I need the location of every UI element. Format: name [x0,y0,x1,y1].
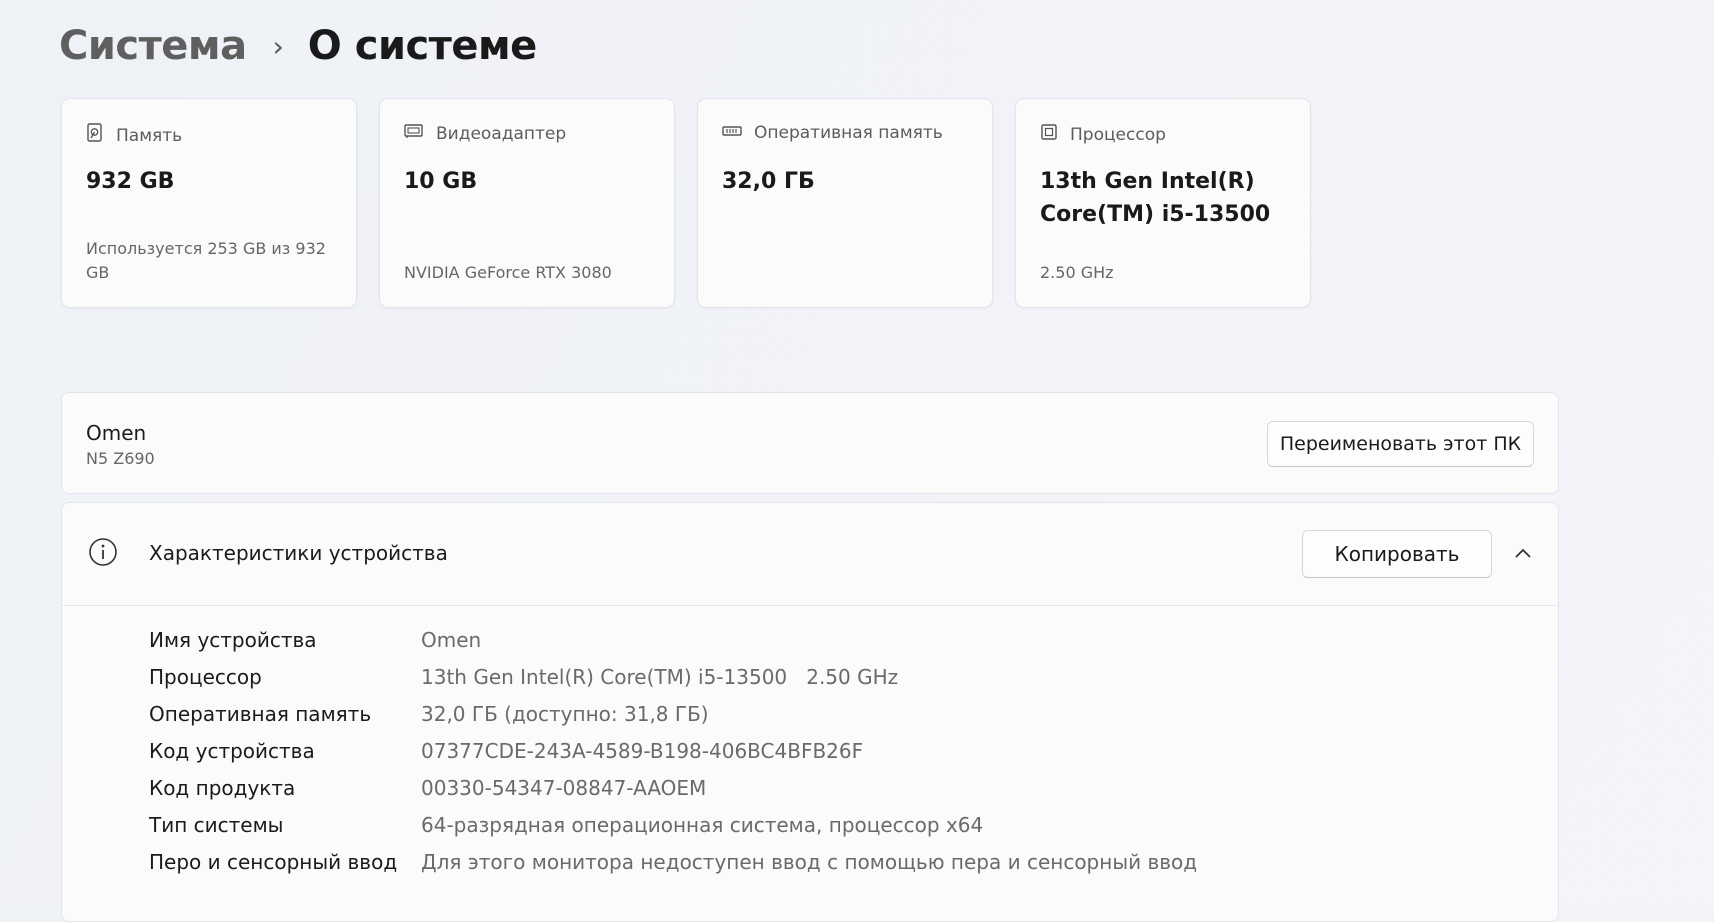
storage-card-header: Память [86,123,182,148]
spec-row-system-type: Тип системы 64-разрядная операционная си… [149,806,1197,843]
rename-pc-button[interactable]: Переименовать этот ПК [1267,421,1534,467]
ram-card[interactable]: Оперативная память 32,0 ГБ [697,98,993,308]
storage-icon [86,123,116,148]
storage-card-title: Память [116,125,183,146]
chevron-up-icon[interactable] [1512,542,1534,568]
spec-row-pen-touch: Перо и сенсорный ввод Для этого монитора… [149,843,1197,880]
spec-row-processor: Процессор 13th Gen Intel(R) Core(TM) i5-… [149,658,1197,695]
spec-value[interactable]: 64-разрядная операционная система, проце… [421,813,983,837]
chevron-right-icon: › [272,29,284,63]
ram-card-title: Оперативная память [754,123,943,143]
spec-row-device-name: Имя устройства Omen [149,621,1197,658]
ram-card-value: 32,0 ГБ [722,169,815,194]
ram-icon [722,123,754,143]
processor-card-frequency: 2.50 GHz [1040,263,1114,282]
spec-label: Процессор [149,664,262,689]
display-adapter-card-model: NVIDIA GeForce RTX 3080 [404,263,612,282]
processor-icon [1040,123,1070,146]
pc-model: N5 Z690 [86,449,155,468]
processor-card-title: Процессор [1070,124,1166,145]
breadcrumb: Система › О системе [59,18,537,74]
breadcrumb-system-link[interactable]: Система [59,23,247,69]
spec-value[interactable]: 32,0 ГБ (доступно: 31,8 ГБ) [421,702,709,726]
display-adapter-card-title: Видеоадаптер [436,123,567,144]
info-icon [88,537,118,571]
spec-row-product-id: Код продукта 00330-54347-08847-AAOEM [149,769,1197,806]
spec-row-device-id: Код устройства 07377CDE-243A-4589-B198-4… [149,732,1197,769]
device-specs-list: Имя устройства Omen Процессор 13th Gen I… [149,621,1197,880]
storage-card-usage: Используется 253 GB из 932 GB [86,239,326,282]
spec-label: Перо и сенсорный ввод [149,849,398,874]
pc-name: Omen [86,421,147,445]
display-adapter-card-value: 10 GB [404,169,478,194]
spec-value[interactable]: 13th Gen Intel(R) Core(TM) i5-13500 2.50… [421,665,898,689]
storage-card[interactable]: Память 932 GB Используется 253 GB из 932… [61,98,357,308]
spec-label: Имя устройства [149,627,317,652]
display-adapter-icon [404,123,436,144]
ram-card-header: Оперативная память [722,123,943,143]
pc-name-panel: Omen N5 Z690 Переименовать этот ПК [61,392,1559,494]
storage-card-value: 932 GB [86,169,175,194]
spec-value[interactable]: 00330-54347-08847-AAOEM [421,776,706,800]
display-adapter-card[interactable]: Видеоадаптер 10 GB NVIDIA GeForce RTX 30… [379,98,675,308]
spec-value[interactable]: Omen [421,628,481,652]
device-specs-title: Характеристики устройства [149,541,448,565]
spec-label: Код устройства [149,738,315,763]
spec-label: Код продукта [149,775,296,800]
processor-card-value: 13th Gen Intel(R) Core(TM) i5-13500 [1040,169,1271,227]
device-specs-header[interactable]: Характеристики устройства Копировать [62,503,1558,606]
spec-row-ram: Оперативная память 32,0 ГБ (доступно: 31… [149,695,1197,732]
copy-button[interactable]: Копировать [1302,530,1492,578]
spec-value[interactable]: 07377CDE-243A-4589-B198-406BC4BFB26F [421,739,863,763]
spec-value[interactable]: Для этого монитора недоступен ввод с пом… [421,850,1197,874]
spec-label: Тип системы [149,812,284,837]
display-adapter-card-header: Видеоадаптер [404,123,566,144]
device-specs-panel: Характеристики устройства Копировать Имя… [61,502,1559,922]
page-title: О системе [307,23,538,69]
spec-label: Оперативная память [149,701,372,726]
processor-card-header: Процессор [1040,123,1166,146]
processor-card[interactable]: Процессор 13th Gen Intel(R) Core(TM) i5-… [1015,98,1311,308]
